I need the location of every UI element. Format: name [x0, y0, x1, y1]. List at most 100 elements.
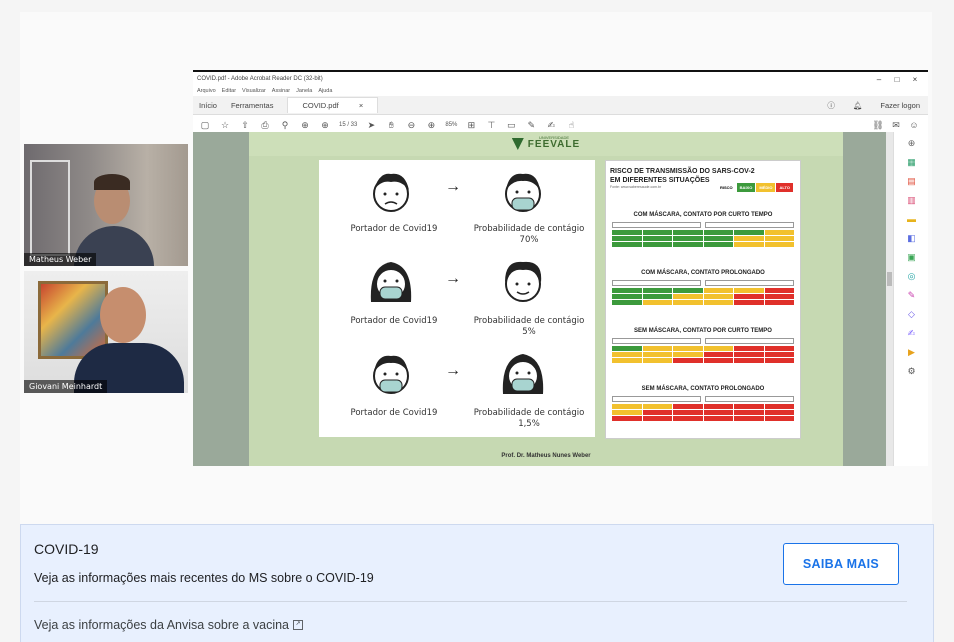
- user-add-icon[interactable]: ☺: [908, 120, 920, 131]
- card-description: Veja as informações mais recentes do MS …: [34, 571, 374, 585]
- person-no-mask-icon: [505, 261, 542, 302]
- combine-icon[interactable]: ◧: [905, 231, 919, 245]
- menu-item[interactable]: Janela: [296, 88, 312, 94]
- risk-section-title: COM MÁSCARA, CONTATO PROLONGADO: [612, 269, 794, 278]
- anvisa-link[interactable]: Veja as informações da Anvisa sobre a va…: [34, 618, 304, 632]
- comment-tool-icon[interactable]: ▬: [905, 212, 919, 226]
- maximize-button[interactable]: □: [888, 75, 906, 84]
- help-icon[interactable]: ⓘ: [827, 100, 835, 111]
- card-title: COVID-19: [34, 541, 99, 557]
- participant-name: Giovani Meinhardt: [24, 380, 108, 393]
- risk-section-title: COM MÁSCARA, CONTATO POR CURTO TEMPO: [612, 211, 794, 220]
- organize-icon[interactable]: ▣: [905, 250, 919, 264]
- arrow-down-icon[interactable]: ⊕: [319, 120, 331, 131]
- arrow-up-icon[interactable]: ⊕: [299, 120, 311, 131]
- contagion-panel: → Portador de Covid19 Probabilidade de c…: [319, 160, 595, 437]
- legend-mid: MÉDIO: [756, 183, 776, 192]
- risk-section: SEM MÁSCARA, CONTATO PROLONGADO: [612, 385, 794, 421]
- hand-icon[interactable]: ✋︎: [385, 120, 397, 131]
- menu-item[interactable]: Visualizar: [242, 88, 266, 94]
- create-pdf-icon[interactable]: ▤: [905, 174, 919, 188]
- tools-sidebar: ⊕ ▦ ▤ ▥ ▬ ◧ ▣ ◎ ✎ ◇ ✍︎ ▶ ⚙: [893, 132, 928, 466]
- video-player[interactable]: Matheus Weber Giovani Meinhardt COVID.pd…: [20, 12, 932, 524]
- export-pdf-icon[interactable]: ▦: [905, 155, 919, 169]
- divider: [34, 601, 907, 602]
- zoom-level[interactable]: 85%: [445, 122, 457, 128]
- page-fit-icon[interactable]: ⊞: [465, 120, 477, 131]
- fill-sign-icon[interactable]: ✎: [905, 288, 919, 302]
- tab-home[interactable]: Início: [199, 101, 217, 110]
- page-indicator[interactable]: 15 / 33: [339, 122, 357, 128]
- contagion-row: → Portador de Covid19 Probabilidade de c…: [319, 344, 595, 436]
- zoom-icon[interactable]: ⊕: [905, 136, 919, 150]
- zoom-out-icon[interactable]: ⊖: [405, 120, 417, 131]
- upload-icon[interactable]: ⇧: [239, 120, 251, 131]
- comment-icon[interactable]: ▭: [505, 120, 517, 131]
- tab-document-label: COVID.pdf: [302, 101, 339, 110]
- carrier-caption: Portador de Covid19: [350, 316, 438, 326]
- sign-tool-icon[interactable]: ✍︎: [905, 326, 919, 340]
- participant-head: [100, 287, 146, 343]
- zoom-in-icon[interactable]: ⊕: [425, 120, 437, 131]
- link-icon[interactable]: ⛓︎: [872, 120, 884, 131]
- arrow-icon: →: [445, 178, 461, 195]
- logo-text: FEEVALE: [527, 138, 581, 150]
- print-icon[interactable]: ⎙: [259, 120, 271, 131]
- menu-item[interactable]: Assinar: [272, 88, 290, 94]
- close-button[interactable]: ×: [906, 75, 924, 84]
- risk-section: COM MÁSCARA, CONTATO PROLONGADO: [612, 269, 794, 305]
- scroll-icon[interactable]: ⊤: [485, 120, 497, 131]
- participant-hair: [94, 174, 130, 190]
- menu-item[interactable]: Editar: [222, 88, 236, 94]
- vertical-scrollbar[interactable]: [886, 132, 893, 466]
- person-mask-icon: [502, 354, 544, 394]
- protect-icon[interactable]: ◇: [905, 307, 919, 321]
- share-icon[interactable]: ☝︎: [565, 120, 577, 131]
- scrollbar-thumb[interactable]: [887, 272, 892, 286]
- send-icon[interactable]: ▶: [905, 345, 919, 359]
- person-mask-icon: [370, 262, 412, 302]
- window-title: COVID.pdf - Adobe Acrobat Reader DC (32-…: [197, 76, 323, 82]
- legend-low: BAIXO: [736, 183, 756, 192]
- compress-icon[interactable]: ◎: [905, 269, 919, 283]
- risk-section: COM MÁSCARA, CONTATO POR CURTO TEMPO: [612, 211, 794, 247]
- risk-section: SEM MÁSCARA, CONTATO POR CURTO TEMPO: [612, 327, 794, 363]
- risk-section-title: SEM MÁSCARA, CONTATO PROLONGADO: [612, 385, 794, 394]
- tab-bar: Início Ferramentas COVID.pdf × ⓘ 🔔︎ Faze…: [193, 96, 928, 115]
- bell-icon[interactable]: 🔔︎: [853, 101, 863, 110]
- menu-item[interactable]: Arquivo: [197, 88, 216, 94]
- anvisa-link-text: Veja as informações da Anvisa sobre a va…: [34, 618, 290, 632]
- star-icon[interactable]: ☆: [219, 120, 231, 131]
- risk-grid: [612, 346, 794, 363]
- login-link[interactable]: Fazer logon: [880, 101, 920, 110]
- risk-subheader: [612, 338, 794, 344]
- contagion-row: → Portador de Covid19 Probabilidade de c…: [319, 160, 595, 252]
- close-tab-icon[interactable]: ×: [359, 101, 363, 110]
- window-titlebar: COVID.pdf - Adobe Acrobat Reader DC (32-…: [193, 70, 928, 86]
- pen-icon[interactable]: ✎: [525, 120, 537, 131]
- document-area[interactable]: FEEVALE UNIVERSIDADE → Portador de Covid…: [193, 132, 893, 466]
- external-link-icon: ↗: [293, 620, 304, 630]
- saiba-mais-button[interactable]: SAIBA MAIS: [783, 543, 899, 585]
- edit-pdf-icon[interactable]: ▥: [905, 193, 919, 207]
- sign-icon[interactable]: ✍︎: [545, 120, 557, 131]
- probability-value: 1,5%: [518, 419, 540, 429]
- participant-name: Matheus Weber: [24, 253, 97, 266]
- feevale-logo-icon: [511, 138, 524, 150]
- save-icon[interactable]: ▢: [199, 120, 211, 131]
- tab-tools[interactable]: Ferramentas: [231, 101, 274, 110]
- shared-screen: COVID.pdf - Adobe Acrobat Reader DC (32-…: [193, 70, 928, 466]
- more-tools-icon[interactable]: ⚙: [905, 364, 919, 378]
- cursor-icon[interactable]: ➤: [365, 120, 377, 131]
- minimize-button[interactable]: –: [870, 75, 888, 84]
- carrier-caption: Portador de Covid19: [350, 408, 438, 418]
- probability-caption: Probabilidade de contágio: [473, 224, 585, 234]
- risk-panel: RISCO DE TRANSMISSÃO DO SARS-COV-2 EM DI…: [605, 160, 801, 439]
- arrow-icon: →: [445, 362, 461, 379]
- risk-grid: [612, 230, 794, 247]
- search-icon[interactable]: ⚲: [279, 120, 291, 131]
- risk-legend: RISCO BAIXO MÉDIO ALTO: [720, 183, 793, 192]
- menu-item[interactable]: Ajuda: [318, 88, 332, 94]
- tab-document[interactable]: COVID.pdf ×: [287, 97, 379, 113]
- mail-icon[interactable]: ✉: [890, 120, 902, 131]
